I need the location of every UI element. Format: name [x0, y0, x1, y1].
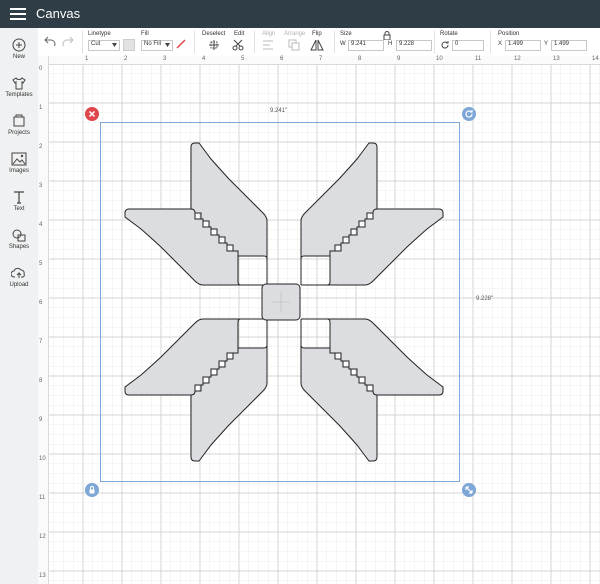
sidebar-item-label: Templates	[5, 92, 33, 98]
flip-label: Flip	[312, 31, 322, 37]
redo-icon[interactable]	[62, 36, 74, 46]
sidebar-item-images[interactable]: Images	[0, 152, 38, 174]
shirt-icon	[12, 77, 26, 90]
width-label: W	[340, 41, 346, 47]
selection-width-label: 9.241"	[270, 108, 288, 114]
shapes-icon	[12, 229, 26, 242]
sidebar-item-label: Shapes	[8, 244, 30, 250]
edit-label: Edit	[234, 31, 245, 37]
cloud-upload-icon	[11, 267, 25, 278]
selection-box[interactable]	[100, 122, 460, 482]
plus-circle-icon	[12, 38, 26, 52]
chevron-down-icon	[165, 43, 170, 47]
sidebar-item-label: Text	[13, 206, 25, 212]
arrange-icon[interactable]	[288, 39, 300, 51]
rotate-icon	[465, 110, 473, 118]
toolbar-divider	[82, 31, 83, 53]
sidebar-item-label: Images	[9, 168, 29, 174]
rotate-value: 0	[455, 41, 459, 47]
linetype-color-swatch[interactable]	[123, 39, 135, 51]
sidebar-item-projects[interactable]: Projects	[0, 114, 38, 136]
sidebar-item-label: Upload	[9, 282, 29, 288]
size-label: Size	[340, 31, 352, 37]
resize-icon	[465, 486, 473, 494]
selection-height-label: 9.228"	[476, 296, 494, 302]
close-icon	[88, 110, 96, 118]
linetype-label: Linetype	[88, 31, 111, 37]
sidebar-item-shapes[interactable]: Shapes	[0, 228, 38, 250]
y-value: 1.499	[554, 41, 570, 47]
align-label: Align	[262, 31, 276, 37]
resize-handle[interactable]	[462, 483, 476, 497]
x-value: 1.499	[508, 41, 524, 47]
lock-icon[interactable]	[383, 31, 391, 40]
align-icon[interactable]	[262, 40, 274, 50]
toolbar-divider	[434, 31, 435, 53]
sidebar: New Templates Projects Images Text Shape…	[0, 28, 39, 584]
sidebar-item-label: New	[12, 54, 25, 60]
deselect-label: Deselect	[202, 31, 226, 37]
toolbar-divider	[490, 31, 491, 53]
sidebar-item-upload[interactable]: Upload	[0, 266, 38, 288]
linetype-value: Cut	[91, 41, 101, 47]
rotate-handle[interactable]	[462, 107, 476, 121]
toolbar: Linetype Cut Fill No Fill Deselect Edit …	[38, 28, 600, 57]
hamburger-icon[interactable]	[10, 8, 26, 20]
deselect-icon[interactable]	[208, 39, 220, 51]
delete-handle[interactable]	[85, 107, 99, 121]
no-fill-icon[interactable]	[176, 39, 186, 49]
x-label: X	[498, 41, 503, 47]
height-label: H	[388, 41, 393, 47]
fill-value: No Fill	[144, 41, 162, 47]
flip-icon[interactable]	[310, 39, 324, 51]
undo-icon[interactable]	[44, 36, 56, 46]
toolbar-divider	[194, 31, 195, 53]
sidebar-item-templates[interactable]: Templates	[0, 76, 38, 98]
toolbar-divider	[334, 31, 335, 53]
width-value: 9.241	[351, 41, 367, 47]
image-icon	[11, 152, 27, 166]
rotate-label: Rotate	[440, 31, 458, 37]
sidebar-item-label: Projects	[8, 130, 30, 136]
y-label: Y	[544, 41, 549, 47]
page-title: Canvas	[36, 6, 81, 21]
rotate-icon	[441, 41, 449, 49]
lock-icon	[89, 486, 95, 494]
lock-handle[interactable]	[85, 483, 99, 497]
sidebar-item-text[interactable]: Text	[0, 190, 38, 212]
toolbar-divider	[254, 31, 255, 53]
height-value: 9.228	[399, 41, 415, 47]
fill-label: Fill	[141, 31, 149, 37]
canvas-area[interactable]: 1 2 3 4 5 6 7 8 9 10 11 12 13 14 0 1 2 3 4 5 6 7 8 9 10 11 12 13 9…	[38, 56, 600, 584]
chevron-down-icon	[112, 43, 117, 47]
sidebar-item-new[interactable]: New	[0, 38, 38, 60]
position-label: Position	[498, 31, 520, 37]
arrange-label: Arrange	[284, 31, 306, 37]
text-icon	[14, 191, 24, 204]
edit-scissors-icon[interactable]	[232, 39, 246, 51]
projects-icon	[13, 114, 25, 127]
top-bar: Canvas	[0, 0, 600, 28]
